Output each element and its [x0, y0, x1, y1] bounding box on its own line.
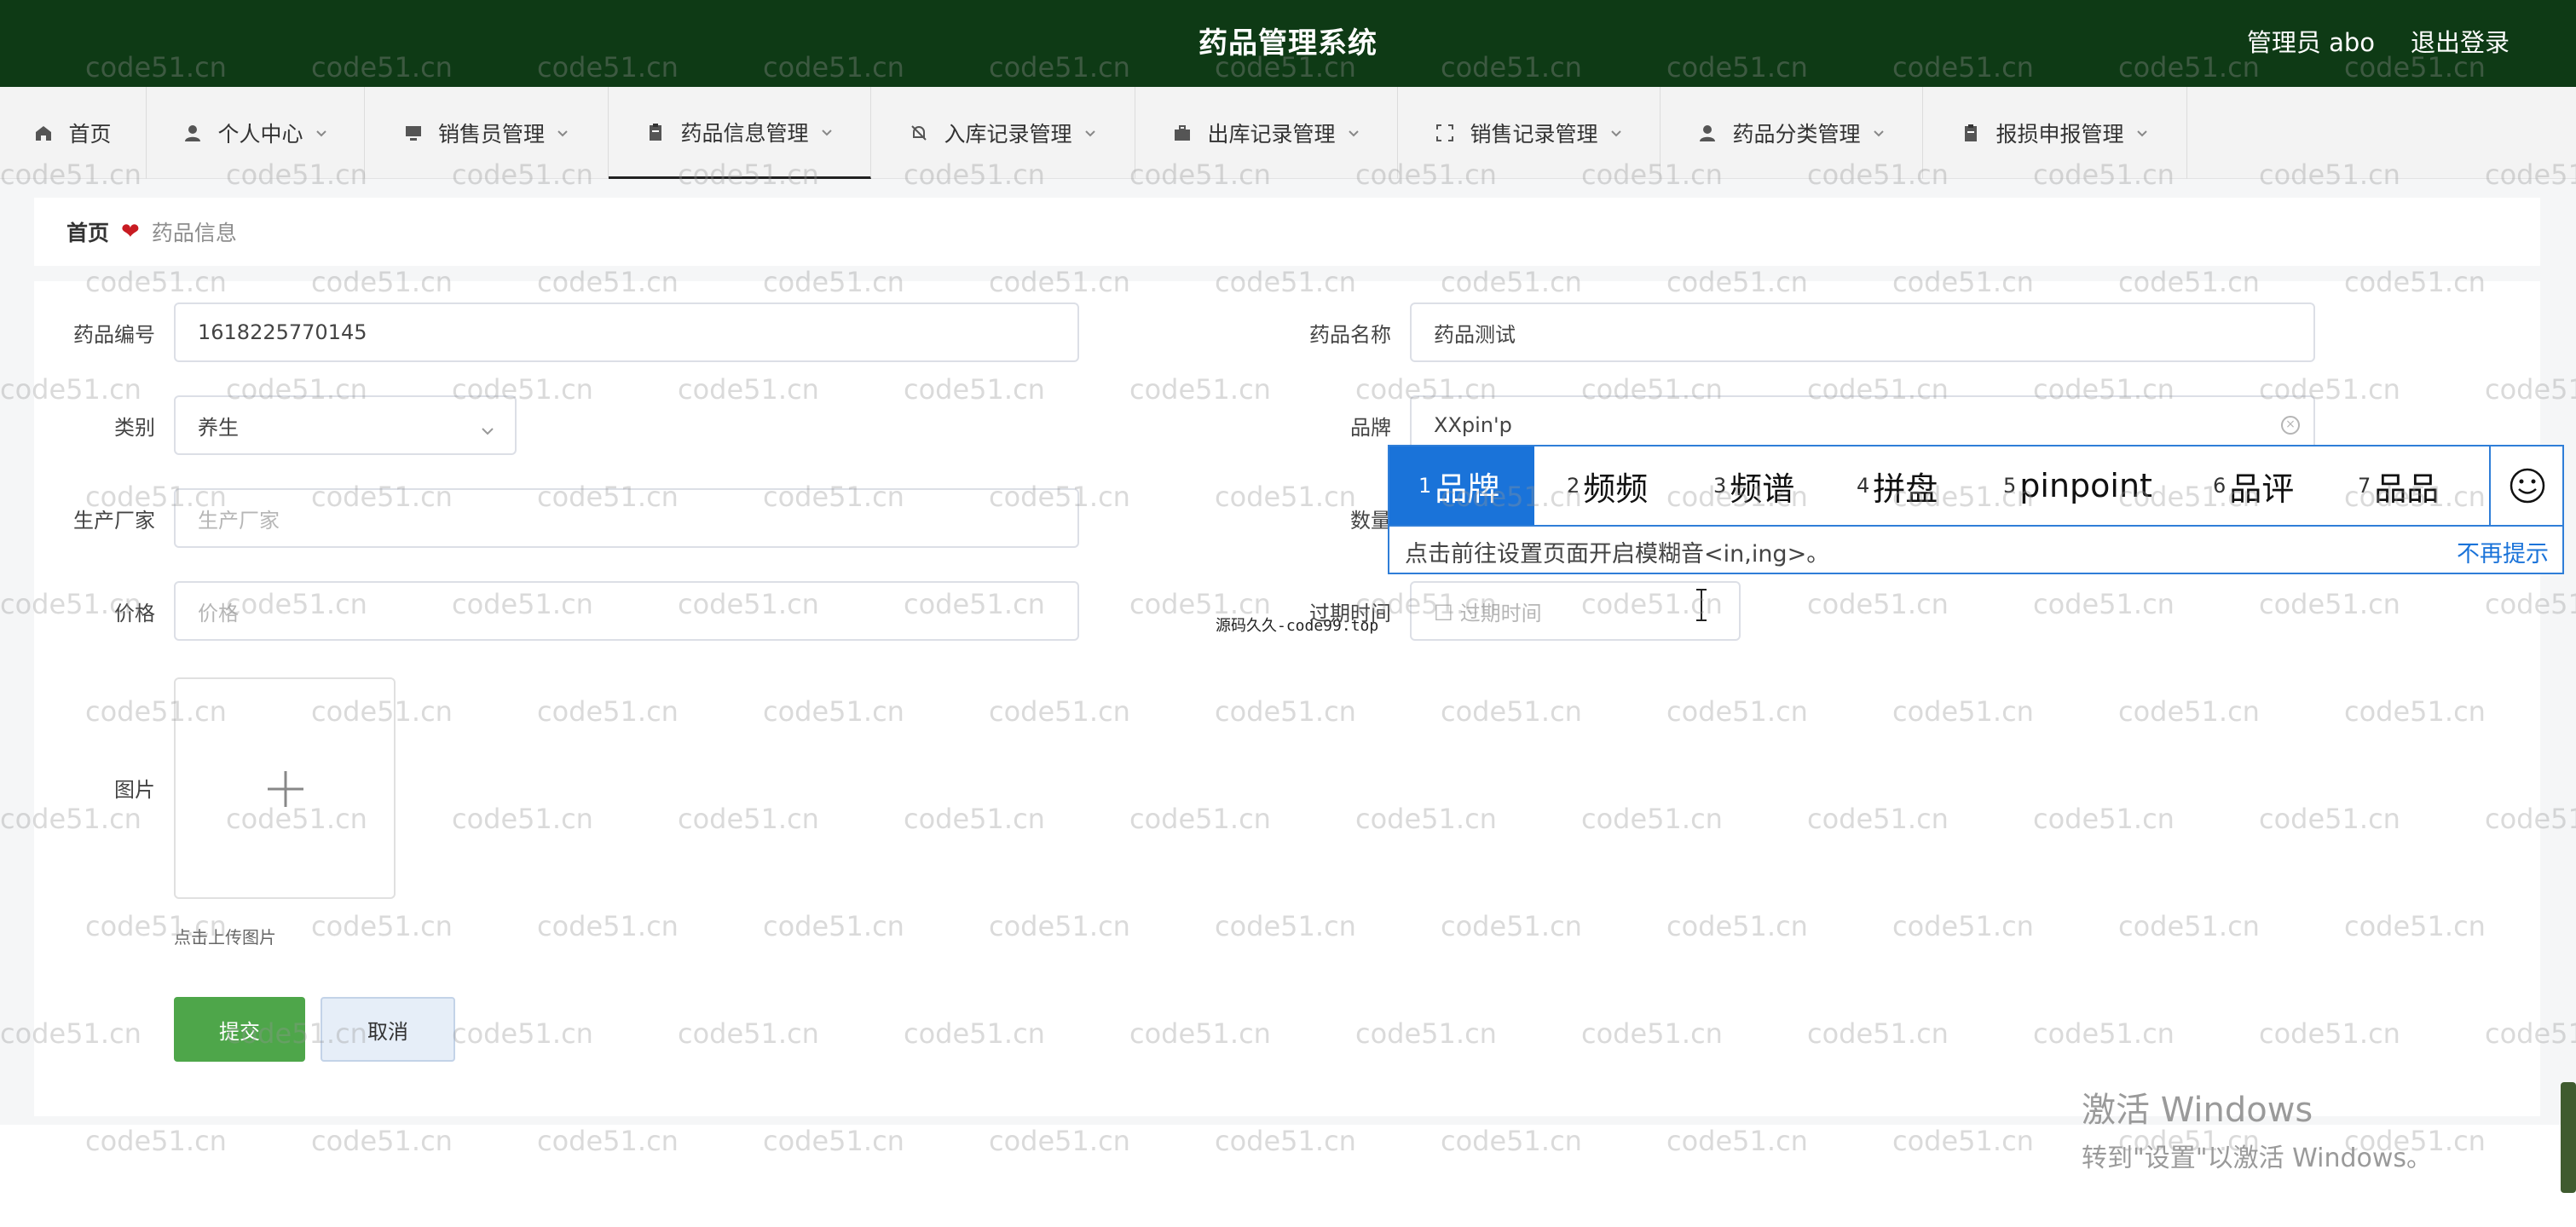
- watermark-text: code51.cn: [1215, 1125, 1356, 1157]
- brand-value: XXpin'p: [1434, 413, 1512, 437]
- code-value: 1618225770145: [198, 320, 367, 344]
- briefcase-icon: [1173, 124, 1192, 142]
- watermark-text: code51.cn: [1892, 1125, 2034, 1157]
- nav-item-label: 药品信息管理: [680, 120, 809, 146]
- clear-icon[interactable]: ×: [2281, 416, 2300, 435]
- monitor-icon: [404, 124, 423, 142]
- expire-label: 过期时间: [1309, 602, 1391, 625]
- logout-button[interactable]: 退出登录: [2411, 0, 2510, 85]
- nav-item-label: 出库记录管理: [1207, 122, 1336, 147]
- ime-no-remind[interactable]: 不再提示: [2457, 535, 2549, 568]
- breadcrumb: 首页 ❤ 药品信息: [34, 198, 2540, 266]
- calendar-icon: □: [1434, 599, 1453, 623]
- watermark-text: code51.cn: [989, 1125, 1130, 1157]
- user-icon: [183, 124, 202, 142]
- chevron-down-icon: [1610, 127, 1622, 139]
- ime-candidate-list: 1 品牌 2 频频 3 频谱 4 拼盘 5 pinpoint 6 品评 7 品品: [1389, 446, 2489, 527]
- ime-candidate[interactable]: 5 pinpoint: [2003, 446, 2152, 525]
- chevron-down-icon: [557, 127, 569, 139]
- ime-candidate[interactable]: 4 拼盘: [1857, 446, 1938, 525]
- current-user: 管理员 abo: [2246, 28, 2375, 57]
- upload-hint: 点击上传图片: [174, 927, 276, 948]
- category-select[interactable]: 养生: [174, 395, 517, 455]
- expire-placeholder: 过期时间: [1459, 601, 1542, 625]
- name-label: 药品名称: [1309, 323, 1391, 347]
- code-label: 药品编号: [73, 323, 155, 347]
- chevron-down-icon: [481, 419, 494, 435]
- cancel-button[interactable]: 取消: [321, 997, 455, 1062]
- app-title: 药品管理系统: [1198, 26, 1378, 60]
- nav-item-label: 入库记录管理: [944, 122, 1072, 147]
- image-label: 图片: [114, 778, 155, 802]
- chevron-down-icon: [821, 126, 833, 138]
- nav-item-salesman[interactable]: 销售员管理: [365, 87, 609, 179]
- breadcrumb-current: 药品信息: [151, 221, 237, 245]
- nav-item-label: 药品分类管理: [1732, 122, 1861, 147]
- home-icon: [34, 124, 53, 142]
- ime-candidate[interactable]: 2 频频: [1567, 446, 1648, 525]
- nav-item-label: 个人中心: [217, 122, 303, 147]
- chevron-down-icon: [1348, 127, 1360, 139]
- main-nav: 首页 个人中心 销售员管理 药品信息管理 入库记录管理 出库记录管理 销售记录管…: [0, 87, 2576, 179]
- chevron-down-icon: [1873, 127, 1885, 139]
- ime-hint[interactable]: 点击前往设置页面开启模糊音<in,ing>。: [1405, 535, 1829, 568]
- category-value: 养生: [198, 415, 239, 440]
- bell-off-icon: [910, 124, 928, 142]
- name-field[interactable]: 药品测试: [1410, 302, 2315, 362]
- price-field[interactable]: 价格: [174, 581, 1079, 641]
- breadcrumb-home[interactable]: 首页: [66, 216, 109, 247]
- scrollbar-thumb[interactable]: [2561, 1082, 2576, 1193]
- ime-candidate[interactable]: 6 品评: [2213, 446, 2294, 525]
- expire-date-field[interactable]: □ 过期时间: [1410, 581, 1741, 641]
- maker-field[interactable]: 生产厂家: [174, 488, 1079, 548]
- watermark-text: code51.cn: [1666, 1125, 1808, 1157]
- text-cursor-icon: [1693, 588, 1710, 622]
- nav-item-drug-info[interactable]: 药品信息管理: [609, 87, 871, 179]
- ime-candidate[interactable]: 7 品品: [2358, 446, 2439, 525]
- image-upload[interactable]: [174, 677, 396, 899]
- clipboard-icon: [1961, 124, 1980, 142]
- heart-icon: ❤: [121, 219, 140, 245]
- brand-label: 品牌: [1350, 416, 1391, 440]
- quantity-label: 数量: [1350, 509, 1391, 533]
- chevron-down-icon: [2136, 127, 2148, 139]
- category-label: 类别: [114, 416, 155, 440]
- nav-item-home[interactable]: 首页: [0, 87, 147, 179]
- nav-item-outbound[interactable]: 出库记录管理: [1135, 87, 1398, 179]
- nav-item-loss-report[interactable]: 报损申报管理: [1923, 87, 2187, 179]
- watermark-text: code51.cn: [1441, 1125, 1582, 1157]
- user-icon: [1698, 124, 1717, 142]
- chevron-down-icon: [315, 127, 327, 139]
- watermark-text: code51.cn: [311, 1125, 453, 1157]
- chevron-down-icon: [1084, 127, 1096, 139]
- price-placeholder: 价格: [198, 601, 239, 625]
- clipboard-icon: [646, 123, 665, 141]
- nav-item-sales-record[interactable]: 销售记录管理: [1398, 87, 1661, 179]
- ime-candidate-popup: 1 品牌 2 频频 3 频谱 4 拼盘 5 pinpoint 6 品评 7 品品 点击前往设置…: [1388, 445, 2564, 574]
- plus-icon: [264, 768, 307, 810]
- maker-label: 生产厂家: [73, 509, 155, 533]
- nav-item-label: 首页: [68, 122, 112, 147]
- nav-item-label: 销售员管理: [437, 122, 545, 147]
- watermark-text: code51.cn: [85, 1125, 227, 1157]
- name-value: 药品测试: [1434, 322, 1516, 347]
- code-field[interactable]: 1618225770145: [174, 302, 1079, 362]
- watermark-text: code51.cn: [537, 1125, 679, 1157]
- nav-item-personal-center[interactable]: 个人中心: [147, 87, 365, 179]
- scan-icon: [1435, 124, 1454, 142]
- nav-item-label: 报损申报管理: [1996, 122, 2124, 147]
- smiley-icon[interactable]: [2489, 446, 2564, 527]
- price-label: 价格: [114, 602, 155, 625]
- nav-item-inbound[interactable]: 入库记录管理: [871, 87, 1135, 179]
- submit-button[interactable]: 提交: [174, 997, 305, 1062]
- windows-activation-notice: 激活 Windows 转到"设置"以激活 Windows。: [2082, 1091, 2433, 1173]
- ime-candidate[interactable]: 3 频谱: [1713, 446, 1794, 525]
- ime-candidate[interactable]: 1 品牌: [1389, 446, 1534, 525]
- watermark-text: code51.cn: [763, 1125, 904, 1157]
- maker-placeholder: 生产厂家: [198, 508, 280, 533]
- nav-item-drug-category[interactable]: 药品分类管理: [1661, 87, 1923, 179]
- nav-item-label: 销售记录管理: [1470, 122, 1598, 147]
- top-header: 药品管理系统 管理员 abo 退出登录: [0, 0, 2576, 87]
